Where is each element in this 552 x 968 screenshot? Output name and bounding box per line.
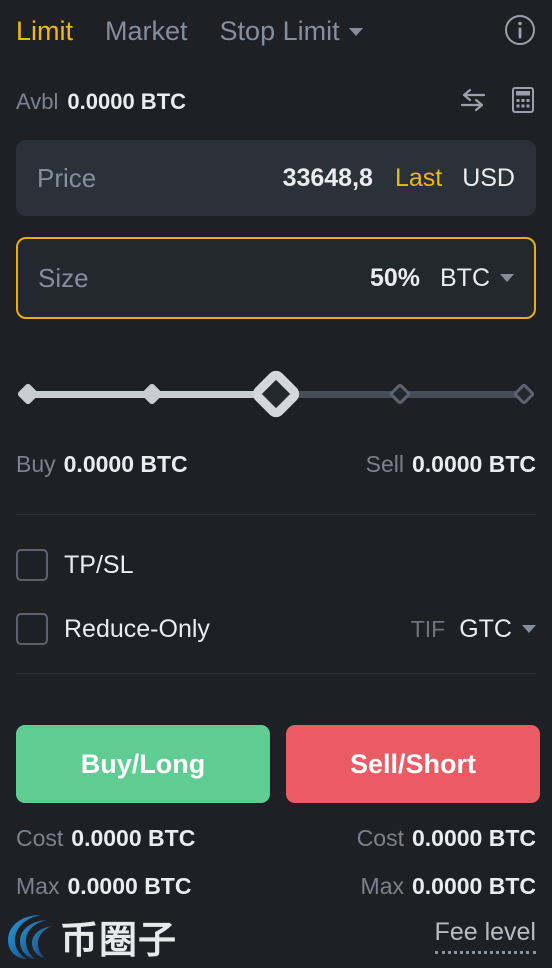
buy-max: Max 0.0000 BTC <box>16 873 191 900</box>
slider-tick-100[interactable] <box>512 382 536 406</box>
size-input-placeholder: Size <box>38 262 89 293</box>
price-input-field[interactable]: Price 33648,8 Last USD <box>16 140 536 216</box>
sell-max: Max 0.0000 BTC <box>361 873 536 900</box>
reduce-only-checkbox[interactable] <box>16 613 48 645</box>
buy-cost: Cost 0.0000 BTC <box>16 825 195 852</box>
sell-short-button[interactable]: Sell/Short <box>286 725 540 803</box>
order-type-tabs: Limit Market Stop Limit <box>0 0 552 62</box>
sell-cost: Cost 0.0000 BTC <box>357 825 536 852</box>
available-balance-value: 0.0000 BTC <box>67 89 187 114</box>
reduce-only-label[interactable]: Reduce-Only <box>64 615 210 644</box>
calculator-icon[interactable] <box>508 85 538 115</box>
slider-thumb[interactable] <box>249 367 303 421</box>
swirl-logo-icon <box>8 915 52 959</box>
tab-limit[interactable]: Limit <box>16 15 74 46</box>
tab-market[interactable]: Market <box>105 15 188 46</box>
tab-limit-label: Limit <box>16 15 74 46</box>
buy-cost-label: Cost <box>16 824 64 851</box>
watermark-text: 币圈子 <box>60 917 178 962</box>
price-mode-last-button[interactable]: Last <box>395 164 442 193</box>
info-circle-icon[interactable] <box>504 14 536 46</box>
buy-sell-amounts-row: Buy 0.0000 BTC Sell 0.0000 BTC <box>16 447 536 481</box>
slider-tick-0[interactable] <box>16 382 40 406</box>
tif-value-label: GTC <box>459 614 512 643</box>
tpsl-row: TP/SL <box>16 543 536 587</box>
buy-amount-value: 0.0000 BTC <box>63 450 188 477</box>
tab-market-label: Market <box>105 15 188 46</box>
tab-stop-limit-label: Stop Limit <box>219 15 340 46</box>
tpsl-checkbox[interactable] <box>16 549 48 581</box>
size-unit-selector[interactable]: BTC <box>440 264 514 293</box>
buy-long-button[interactable]: Buy/Long <box>16 725 270 803</box>
tif-label: TIF <box>410 615 446 642</box>
size-input-field[interactable]: Size 50% BTC <box>16 237 536 319</box>
max-row: Max 0.0000 BTC Max 0.0000 BTC <box>16 870 536 902</box>
tif-group: TIF GTC <box>411 615 536 644</box>
buy-amount-label: Buy <box>16 450 56 477</box>
buy-amount: Buy 0.0000 BTC <box>16 451 188 478</box>
available-balance-label: Avbl <box>16 89 59 114</box>
buy-max-value: 0.0000 BTC <box>67 872 192 899</box>
sell-amount-value: 0.0000 BTC <box>411 450 536 477</box>
balance-actions <box>458 85 538 115</box>
chevron-down-icon <box>522 624 536 633</box>
chevron-down-icon <box>500 273 514 282</box>
sell-max-value: 0.0000 BTC <box>411 872 536 899</box>
reduce-only-row: Reduce-Only TIF GTC <box>16 607 536 651</box>
cost-row: Cost 0.0000 BTC Cost 0.0000 BTC <box>16 822 536 854</box>
price-unit-label: USD <box>462 163 515 192</box>
sell-max-label: Max <box>360 872 404 899</box>
tpsl-label[interactable]: TP/SL <box>64 551 133 580</box>
slider-tick-25[interactable] <box>140 382 164 406</box>
sell-cost-label: Cost <box>356 824 404 851</box>
price-input-placeholder: Price <box>37 162 97 193</box>
price-input-value: 33648,8 <box>282 163 373 192</box>
divider-bottom <box>16 673 536 674</box>
sell-amount: Sell 0.0000 BTC <box>366 451 536 478</box>
size-unit-label: BTC <box>440 263 490 292</box>
size-percent-slider[interactable] <box>16 367 536 421</box>
buy-max-label: Max <box>16 872 60 899</box>
divider-top <box>16 514 536 515</box>
fee-level-link[interactable]: Fee level <box>434 918 536 954</box>
size-percent-value: 50% <box>369 263 420 292</box>
chevron-down-icon <box>348 27 363 36</box>
tif-selector[interactable]: GTC <box>459 615 536 644</box>
sell-amount-label: Sell <box>365 450 404 477</box>
swap-arrows-icon[interactable] <box>458 85 488 115</box>
slider-tick-75[interactable] <box>388 382 412 406</box>
available-balance-row: Avbl 0.0000 BTC <box>0 80 552 124</box>
buy-cost-value: 0.0000 BTC <box>71 824 196 851</box>
sell-cost-value: 0.0000 BTC <box>411 824 536 851</box>
tab-stop-limit[interactable]: Stop Limit <box>219 15 363 46</box>
watermark: 币圈子 <box>0 904 200 968</box>
